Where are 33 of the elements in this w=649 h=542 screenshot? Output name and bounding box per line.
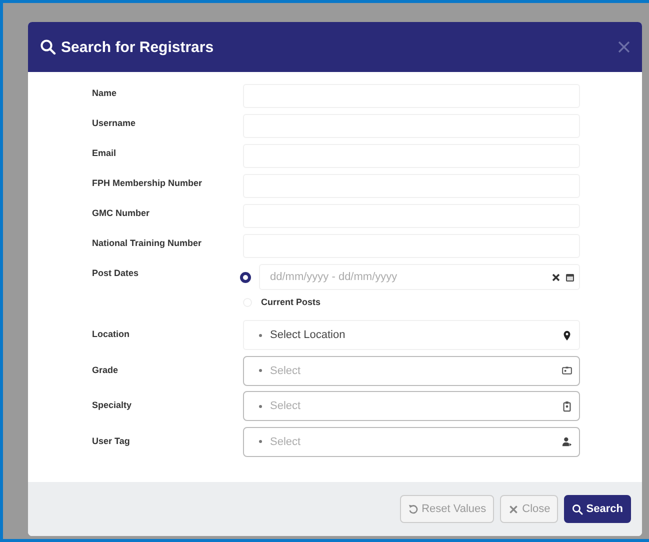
field-label: User Tag [92, 434, 131, 446]
select-field[interactable]: Select [243, 426, 580, 456]
undo-icon [408, 504, 419, 514]
clear-icon[interactable] [551, 272, 561, 282]
search-button[interactable]: Search [564, 495, 631, 523]
field-label: Post Dates [92, 267, 140, 278]
field-label: Username [92, 117, 137, 128]
badge-icon [562, 400, 572, 412]
select-field[interactable]: Select [243, 356, 580, 386]
close-button[interactable]: Close [500, 495, 558, 523]
field-label: GMC Number [92, 207, 151, 218]
dialog-title: Search for Registrars [61, 38, 215, 56]
field-label: Specialty [92, 399, 133, 410]
date-range-field[interactable]: dd/mm/yyyy - dd/mm/yyyy [259, 264, 580, 290]
user-tag-icon [562, 436, 572, 447]
field-label: Name [92, 87, 118, 98]
reset-button[interactable]: Reset Values [400, 495, 494, 523]
close-icon[interactable] [618, 41, 630, 53]
select-field[interactable]: Select [243, 391, 580, 421]
radio-button[interactable] [240, 272, 251, 282]
search-icon [40, 39, 56, 55]
id-card-icon [562, 365, 572, 376]
close-icon [508, 504, 520, 514]
field-label: Grade [92, 364, 120, 374]
calendar-icon[interactable] [565, 272, 575, 282]
search-icon [572, 504, 584, 514]
field-label: Location [92, 328, 130, 339]
select-field[interactable]: Select Location [243, 320, 580, 350]
radio-label: Current Posts [261, 297, 321, 307]
map-pin-icon [562, 330, 572, 340]
field-label: Email [92, 147, 118, 158]
field-label: National Training Number [92, 237, 203, 248]
field-label: FPH Membership Number [92, 177, 204, 188]
